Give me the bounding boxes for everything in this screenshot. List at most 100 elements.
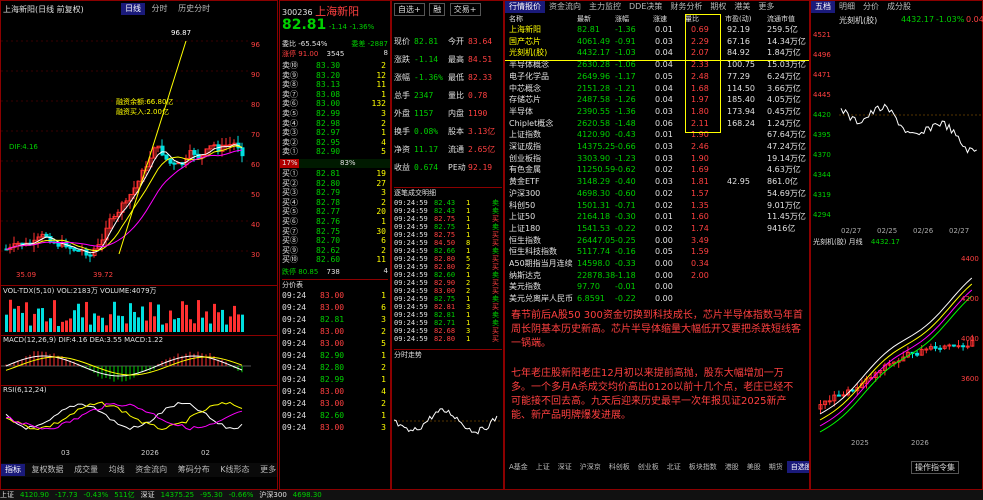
market-tab[interactable]: 港股 bbox=[721, 461, 743, 473]
watchlist-row[interactable]: 电子化学品 2649.96 -1.17 0.05 2.48 77.29 6.24万亿 bbox=[505, 72, 809, 83]
right-tab[interactable]: 分价 bbox=[859, 1, 883, 13]
add-watchlist-button[interactable]: 自选+ bbox=[394, 3, 425, 16]
tick-time: 09:24 bbox=[282, 327, 307, 336]
intraday-mini-chart[interactable] bbox=[394, 361, 502, 481]
market-tab[interactable]: 美股 bbox=[743, 461, 765, 473]
wl-tab[interactable]: 主力监控 bbox=[585, 1, 625, 13]
stats-grid: 现价 82.81 今开 83.64 涨跌 -1.14 最高 84.51 涨幅 -1.36% 最低 82… bbox=[392, 37, 503, 187]
level-label: 买① bbox=[282, 169, 298, 178]
tab-history[interactable]: 历史分时 bbox=[174, 3, 214, 15]
watchlist-row[interactable]: 上证指数 4120.90 -0.43 0.01 1.90 67.64万亿 bbox=[505, 130, 809, 141]
column-header[interactable]: 最新 bbox=[577, 14, 591, 24]
market-tab[interactable]: 创业板 bbox=[634, 461, 663, 473]
tab-more[interactable]: 更多>> bbox=[256, 464, 277, 476]
market-tab[interactable]: 自选股 bbox=[786, 461, 809, 473]
watchlist-row[interactable]: 上证50 2164.18 -0.30 0.01 1.60 11.45万亿 bbox=[505, 212, 809, 223]
wl-tab[interactable]: 行情报价 bbox=[505, 1, 545, 13]
column-header[interactable]: 名称 bbox=[509, 14, 523, 24]
market-tab[interactable]: 沪深京 bbox=[576, 461, 605, 473]
wl-tab[interactable]: 财务分析 bbox=[666, 1, 706, 13]
column-header[interactable]: 市盈(动) bbox=[725, 14, 751, 24]
svg-text:02/26: 02/26 bbox=[913, 227, 934, 235]
market-tab[interactable]: 期货 bbox=[765, 461, 787, 473]
candle bbox=[56, 242, 61, 247]
tab-indicator[interactable]: 指标 bbox=[1, 464, 25, 476]
tab-kshape[interactable]: K线形态 bbox=[216, 464, 253, 476]
level-price: 82.75 bbox=[316, 226, 341, 236]
watchlist-row[interactable]: 恒生科技指数 5117.74 -0.16 0.05 1.59 bbox=[505, 247, 809, 258]
buy-level: 买① 82.81 19 bbox=[280, 169, 390, 178]
level-price: 82.98 bbox=[316, 118, 341, 128]
tick-side: 买 bbox=[492, 335, 499, 343]
right-tab[interactable]: 成分股 bbox=[883, 1, 915, 13]
level-price: 82.77 bbox=[316, 207, 341, 217]
kline-tabs: 日线 分时 历史分时 bbox=[121, 3, 214, 15]
tab-chips[interactable]: 筹码分布 bbox=[174, 464, 214, 476]
watchlist-row[interactable]: 存储芯片 2487.58 -1.26 0.04 1.97 185.40 4.05万亿 bbox=[505, 95, 809, 106]
volume-bar bbox=[233, 305, 236, 332]
wl-tab[interactable]: DDE决策 bbox=[625, 1, 666, 13]
level-label: 买⑧ bbox=[282, 236, 298, 246]
volume-bar bbox=[33, 313, 36, 332]
watchlist-row[interactable]: 沪深300 4698.30 -0.60 0.02 1.57 54.69万亿 bbox=[505, 189, 809, 200]
market-tab[interactable]: 上证 bbox=[532, 461, 554, 473]
watchlist-row[interactable]: 恒生指数 26447.05 -0.25 0.00 3.49 bbox=[505, 236, 809, 247]
right-tab[interactable]: 明细 bbox=[835, 1, 859, 13]
market-tab[interactable]: 板块指数 bbox=[685, 461, 721, 473]
watchlist-row[interactable]: 半导体概念 2630.28 -1.06 0.04 2.33 100.75 15.03万亿 bbox=[505, 60, 809, 71]
market-tab[interactable]: 北证 bbox=[663, 461, 685, 473]
row-name: 黄金ETF bbox=[509, 177, 540, 187]
right-tab[interactable]: 五档 bbox=[811, 1, 835, 13]
candlestick-chart[interactable]: 96.87 35.09 39.72 融资余额:66.80亿 融资买入:2.00亿… bbox=[1, 19, 251, 284]
wl-tab[interactable]: 期权 bbox=[706, 1, 730, 13]
watchlist-row[interactable]: 美元指数 97.70 -0.01 0.00 bbox=[505, 282, 809, 293]
wl-tab[interactable]: 港美 bbox=[730, 1, 754, 13]
tab-fuquan[interactable]: 复权数据 bbox=[28, 464, 68, 476]
svg-text:2026: 2026 bbox=[911, 439, 929, 447]
candle bbox=[44, 233, 49, 238]
watchlist-row[interactable]: 创业板指 3303.90 -1.23 0.03 1.90 19.14万亿 bbox=[505, 154, 809, 165]
market-tab[interactable]: A基金 bbox=[505, 461, 532, 473]
watchlist-row[interactable]: 国产芯片 4061.49 -0.91 0.03 2.29 67.16 14.34万亿 bbox=[505, 37, 809, 48]
tab-capital[interactable]: 资金流向 bbox=[131, 464, 171, 476]
column-header[interactable]: 流通市值 bbox=[767, 14, 795, 24]
watchlist-row[interactable]: 上海新阳 82.81 -1.36 0.01 0.69 92.19 259.5亿 bbox=[505, 25, 809, 36]
status-item: -0.43% bbox=[83, 491, 109, 499]
watchlist-row[interactable]: 美元兑离岸人民币 6.8591 -0.22 0.00 bbox=[505, 294, 809, 305]
tab-volume[interactable]: 成交量 bbox=[70, 464, 102, 476]
quote-panel: 300236 上海新阳 82.81 -1.14 -1.36% 委比 -65.54… bbox=[279, 0, 391, 490]
market-tab[interactable]: 科创板 bbox=[605, 461, 634, 473]
watchlist-row[interactable]: A50期指当月连续 14598.0 -0.33 0.00 0.34 bbox=[505, 259, 809, 270]
trade-button[interactable]: 交易+ bbox=[449, 3, 481, 16]
column-header[interactable]: 涨幅 bbox=[615, 14, 629, 24]
watchlist-row[interactable]: 纳斯达克 22878.38 -1.18 0.00 2.00 bbox=[505, 271, 809, 282]
watchlist-row[interactable]: 中芯概念 2151.28 -1.21 0.04 1.68 114.50 3.66万亿 bbox=[505, 84, 809, 95]
watchlist-row[interactable]: 黄金ETF 3148.29 -0.40 0.03 1.81 42.95 861.0亿 bbox=[505, 177, 809, 188]
stat-row: 收益 0.674 PE动 92.19 bbox=[392, 163, 503, 172]
volume-bar bbox=[153, 316, 156, 332]
watchlist-row[interactable]: Chiplet概念 2620.58 -1.48 0.06 2.11 168.24 1.24万… bbox=[505, 119, 809, 130]
tab-ma[interactable]: 均线 bbox=[105, 464, 129, 476]
row-change: -1.36 bbox=[615, 25, 636, 34]
volume-bar bbox=[45, 321, 48, 332]
watchlist-row[interactable]: 光刻机(胶) 4432.17 -1.03 0.04 2.07 84.92 1.84万亿 bbox=[505, 48, 809, 59]
index-intraday-chart[interactable]: 4521 4496 4471 4445 4420 4395 4370 4344 4319 4294… bbox=[811, 27, 982, 237]
watchlist-row[interactable]: 科创50 1501.31 -0.71 0.02 1.35 9.01万亿 bbox=[505, 201, 809, 212]
kline-panel: 上海新阳(日线 前复权) 日线 分时 历史分时 96.87 35.09 39.7… bbox=[0, 0, 278, 490]
wl-tab[interactable]: 更多 bbox=[754, 1, 778, 13]
watchlist-row[interactable]: 有色金属 11250.59 -0.62 0.02 1.69 4.63万亿 bbox=[505, 165, 809, 176]
wl-tab[interactable]: 资金流向 bbox=[545, 1, 585, 13]
tab-daily[interactable]: 日线 bbox=[121, 3, 145, 15]
candle bbox=[88, 254, 93, 257]
margin-button[interactable]: 融 bbox=[429, 3, 446, 16]
market-tab[interactable]: 深证 bbox=[554, 461, 576, 473]
watchlist-row[interactable]: 半导体 2390.55 -1.36 0.03 1.80 173.94 0.45万亿 bbox=[505, 107, 809, 118]
watchlist-row[interactable]: 上证180 1541.53 -0.22 0.02 1.74 9416亿 bbox=[505, 224, 809, 235]
watchlist-row[interactable]: 深证成指 14375.25 -0.66 0.03 2.46 47.24万亿 bbox=[505, 142, 809, 153]
column-header[interactable]: 涨速 bbox=[653, 14, 667, 24]
tick-time: 09:24:59 bbox=[394, 335, 428, 343]
index-kline-chart[interactable]: 4400 4200 4000 3600 2025 2026 bbox=[811, 249, 982, 449]
kline-mini-label: 光刻机(胶) 月线 bbox=[813, 238, 863, 246]
tab-intraday[interactable]: 分时 bbox=[148, 3, 172, 15]
command-button[interactable]: 操作指令集 bbox=[911, 461, 959, 474]
